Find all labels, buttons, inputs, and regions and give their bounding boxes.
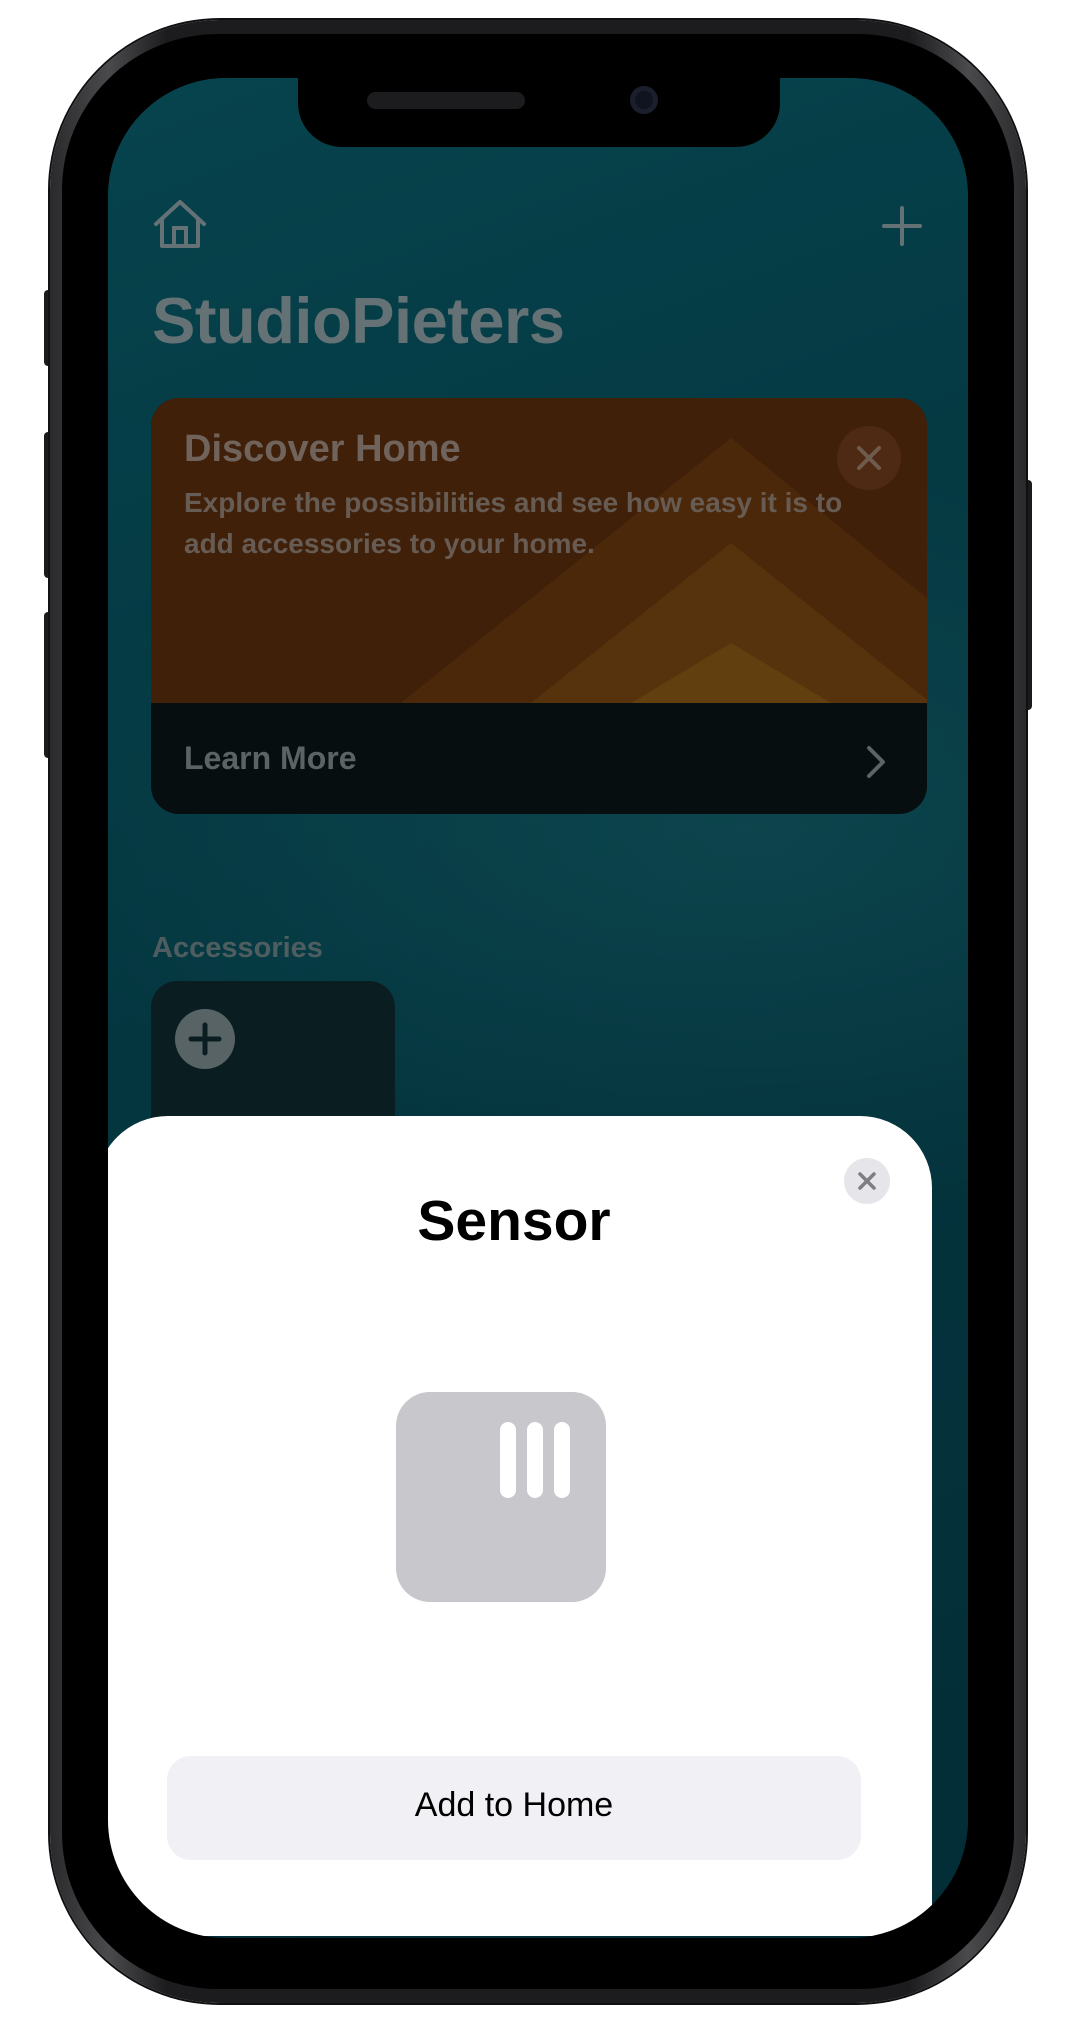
sensor-icon <box>396 1392 606 1602</box>
add-to-home-button[interactable]: Add to Home <box>167 1756 861 1860</box>
accessory-sheet: Sensor Add to Home <box>108 1116 932 1936</box>
sensor-bar <box>527 1422 543 1498</box>
add-to-home-label: Add to Home <box>414 1786 614 1824</box>
phone-screen: StudioPieters Discover Home Explore the … <box>108 78 968 1938</box>
sheet-title: Sensor <box>417 1189 611 1253</box>
sensor-bar <box>554 1422 570 1498</box>
sensor-bar <box>500 1422 516 1498</box>
front-camera <box>630 86 658 114</box>
earpiece-speaker <box>367 92 525 109</box>
notch <box>298 78 780 147</box>
